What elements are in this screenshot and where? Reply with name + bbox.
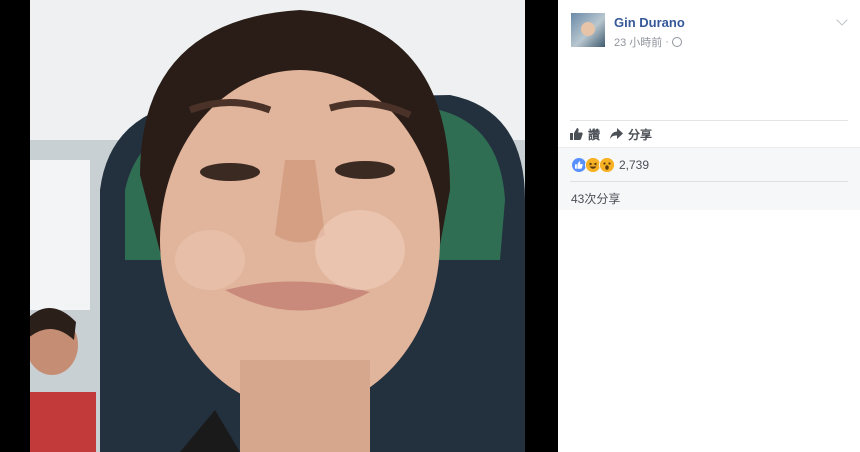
reaction-count: 2,739 [619,158,650,172]
like-label: 讚 [588,127,601,142]
post-header: Gin Durano 23 小時前 · [558,0,860,120]
reaction-summary[interactable]: 2,739 [571,157,649,173]
globe-icon[interactable] [671,37,682,47]
share-label: 分享 [628,127,653,142]
post-time[interactable]: 23 小時前 [614,34,662,50]
post-meta: 23 小時前 · [614,34,682,50]
chevron-down-icon[interactable] [836,14,848,26]
thumbs-up-icon [570,128,583,140]
share-button[interactable]: 分享 [610,126,652,143]
meta-separator: · [665,36,669,48]
reactions-section: 2,739 43次分享 [558,147,860,210]
avatar[interactable] [571,13,605,47]
like-button[interactable]: 讚 [570,126,600,143]
author-name[interactable]: Gin Durano [614,15,685,30]
action-bar: 讚 分享 [570,120,848,147]
post-sidebar: Gin Durano 23 小時前 · 讚 分享 2,739 43次分享 [558,0,860,452]
wow-reaction-icon [599,157,615,173]
share-arrow-icon [610,128,624,139]
photo-viewer [0,0,558,452]
divider [570,181,848,182]
post-photo[interactable] [30,0,525,452]
share-count-link[interactable]: 43次分享 [571,190,620,207]
